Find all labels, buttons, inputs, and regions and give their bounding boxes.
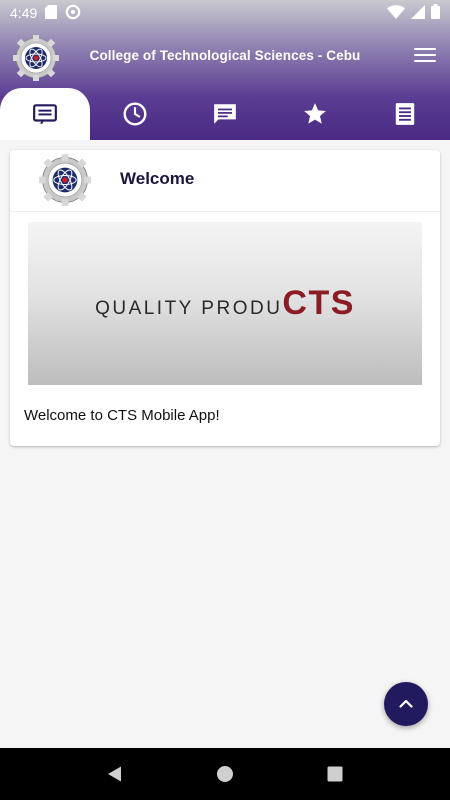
wifi-icon: [387, 4, 405, 22]
chat-icon: [214, 104, 236, 124]
banner-text-cts: CTS: [282, 284, 355, 322]
app-bar: College of Technological Sciences - Cebu: [0, 30, 450, 84]
battery-icon: [431, 4, 440, 22]
back-button[interactable]: [100, 759, 130, 789]
notes-icon: [395, 103, 415, 125]
home-button[interactable]: [210, 759, 240, 789]
star-icon: [304, 103, 326, 124]
banner-image: QUALITY PRODU CTS: [28, 222, 422, 385]
card-title: Welcome: [120, 169, 195, 188]
tab-news[interactable]: [0, 88, 90, 140]
welcome-card: Welcome QUALITY PRODU CTS Welcome to CTS…: [10, 150, 440, 446]
status-bar: 4:49: [0, 0, 450, 26]
cts-logo-icon: [38, 153, 92, 207]
clock-icon: [123, 102, 147, 126]
sd-card-icon: [45, 4, 58, 22]
card-body-text: Welcome to CTS Mobile App!: [24, 407, 220, 424]
scroll-to-top-button[interactable]: [384, 682, 428, 726]
app-title: College of Technological Sciences - Cebu: [89, 48, 361, 63]
recents-icon: [327, 766, 343, 782]
news-feed-icon: [33, 104, 57, 124]
back-icon: [108, 766, 121, 782]
sync-icon: [65, 4, 81, 23]
tab-messages[interactable]: [180, 88, 270, 140]
tab-schedule[interactable]: [90, 88, 180, 140]
chevron-up-icon: [399, 699, 413, 708]
cellular-icon: [411, 4, 425, 22]
tab-bar: [0, 88, 450, 140]
banner-text-quality: QUALITY PRODU: [95, 298, 283, 319]
system-nav-bar: [0, 748, 450, 800]
status-time: 4:49: [10, 5, 38, 21]
tab-favorites[interactable]: [270, 88, 360, 140]
hamburger-menu-icon[interactable]: [414, 48, 436, 66]
card-header: Welcome: [10, 150, 440, 212]
tab-notes[interactable]: [360, 88, 450, 140]
recents-button[interactable]: [320, 759, 350, 789]
home-icon: [217, 766, 233, 782]
app-header: 4:49 College of Technological Sciences -…: [0, 0, 450, 140]
